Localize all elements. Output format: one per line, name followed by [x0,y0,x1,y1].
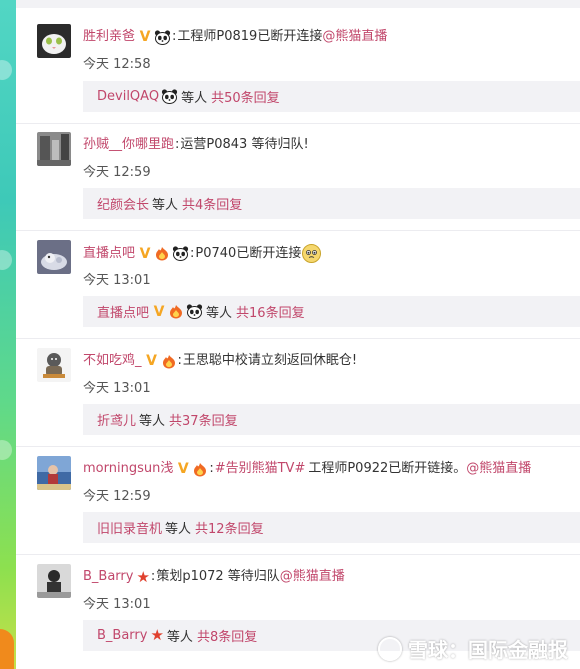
reply-count-link[interactable]: 共16条回复 [236,302,305,321]
colon: : [150,569,156,584]
v-badge-icon: V [146,353,157,369]
username[interactable]: 孙贼__你哪里跑 [83,136,174,154]
colon: : [209,461,214,476]
fire-badge-icon [161,354,177,369]
colon: : [172,29,177,44]
v-badge-icon: V [139,29,151,45]
avatar[interactable] [37,348,71,382]
reply-count-link[interactable]: 共8条回复 [197,626,257,645]
comment-line: 孙贼__你哪里跑 : 运营P0843 等待归队! [83,136,309,154]
watermark-text: 雪球：国际金融报 [408,638,568,662]
comment-line: morningsun浅 V : #告别熊猫TV# 工程师P0922已断开链接。 … [83,460,531,478]
comment-line: 不如吃鸡_ V : 王思聪中校请立刻返回休眠仓! [83,352,357,370]
star-badge-icon: ★ [136,567,150,586]
v-badge-icon: V [177,461,189,477]
reply-count-link[interactable]: 共4条回复 [182,194,242,213]
decor-orange [0,629,14,669]
divider [16,554,580,555]
comment-text: 策划p1072 等待归队 [156,569,280,584]
reply-count-link[interactable]: 共37条回复 [169,410,238,429]
reply-username[interactable]: B_Barry [97,628,147,643]
divider [16,446,580,447]
avatar[interactable] [37,564,71,598]
decor-bubble [0,60,12,80]
reply-username[interactable]: 折鸢儿 [97,410,136,429]
decor-bubble [0,440,12,460]
v-badge-icon: V [153,303,165,320]
mention-link[interactable]: @熊猫直播 [322,28,387,46]
reply-username[interactable]: 旧旧录音机 [97,518,162,537]
avatar[interactable] [37,132,71,166]
divider [16,123,580,124]
top-strip [16,0,580,8]
username[interactable]: 不如吃鸡_ [83,352,142,370]
username[interactable]: 胜利亲爸 [83,28,135,46]
username[interactable]: 直播点吧 [83,245,135,263]
reply-etc: 等人 [165,522,192,537]
username[interactable]: morningsun浅 [83,460,173,478]
avatar[interactable] [37,24,71,58]
star-badge-icon: ★ [150,626,164,644]
panda-badge-icon [154,29,171,45]
reply-etc: 等人 [139,414,166,429]
fire-badge-icon [154,246,170,261]
reply-count-link[interactable]: 共12条回复 [195,518,264,537]
timestamp: 今天 12:59 [83,165,151,180]
reply-etc: 等人 [206,306,233,321]
comment-line: 直播点吧 V : P0740已断开连接 [83,244,322,263]
panda-badge-icon [172,246,189,261]
comment-line: B_Barry ★ : 策划p1072 等待归队 @熊猫直播 [83,568,345,586]
mention-link[interactable]: @熊猫直播 [280,568,345,586]
comment-line: 胜利亲爸 V : 工程师P0819已断开连接 @熊猫直播 [83,28,387,46]
colon: : [177,353,182,368]
v-badge-icon: V [139,245,151,262]
timestamp: 今天 13:01 [83,597,151,612]
reply-username[interactable]: DevilQAQ [97,89,159,104]
reply-etc: 等人 [152,198,179,213]
comment-text: 工程师P0922已断开链接。 [308,461,467,476]
avatar[interactable] [37,240,71,274]
reply-summary[interactable]: DevilQAQ 等人 共50条回复 [83,81,580,112]
watermark: 雪球：国际金融报 [378,634,568,663]
reply-summary[interactable]: 折鸢儿 等人 共37条回复 [83,404,580,435]
timestamp: 今天 13:01 [83,381,151,396]
divider [16,230,580,231]
topic-link[interactable]: #告别熊猫TV# [215,460,306,478]
reply-username[interactable]: 直播点吧 [97,302,149,321]
snowball-logo-icon [378,636,402,661]
comment-text: P0740已断开连接 [195,245,302,261]
left-decoration [0,0,16,669]
panda-badge-icon [161,89,178,104]
avatar[interactable] [37,456,71,490]
fire-badge-icon [192,462,208,477]
reply-etc: 等人 [166,630,193,645]
timestamp: 今天 13:01 [83,273,151,288]
reply-summary[interactable]: 纪颜会长 等人 共4条回复 [83,188,580,219]
reply-etc: 等人 [181,91,208,106]
comment-text: 工程师P0819已断开连接 [177,29,323,44]
reply-count-link[interactable]: 共50条回复 [211,87,280,106]
fire-badge-icon [168,304,184,319]
divider [16,338,580,339]
reply-summary[interactable]: 直播点吧 V 等人 共16条回复 [83,296,580,327]
colon: : [190,245,195,261]
mention-link[interactable]: @熊猫直播 [466,460,531,478]
reply-summary[interactable]: 旧旧录音机 等人 共12条回复 [83,512,580,543]
timestamp: 今天 12:58 [83,57,151,72]
comment-text: 王思聪中校请立刻返回休眠仓! [182,353,358,368]
panda-badge-icon [186,304,203,319]
colon: : [175,137,180,152]
decor-bubble [0,250,12,270]
reply-username[interactable]: 纪颜会长 [97,194,149,213]
username[interactable]: B_Barry [83,568,133,586]
timestamp: 今天 12:59 [83,489,151,504]
pleading-face-icon [302,244,322,263]
comment-panel: 胜利亲爸 V : 工程师P0819已断开连接 @熊猫直播 今天 12:58 De… [16,0,580,669]
comment-text: 运营P0843 等待归队! [180,137,309,152]
